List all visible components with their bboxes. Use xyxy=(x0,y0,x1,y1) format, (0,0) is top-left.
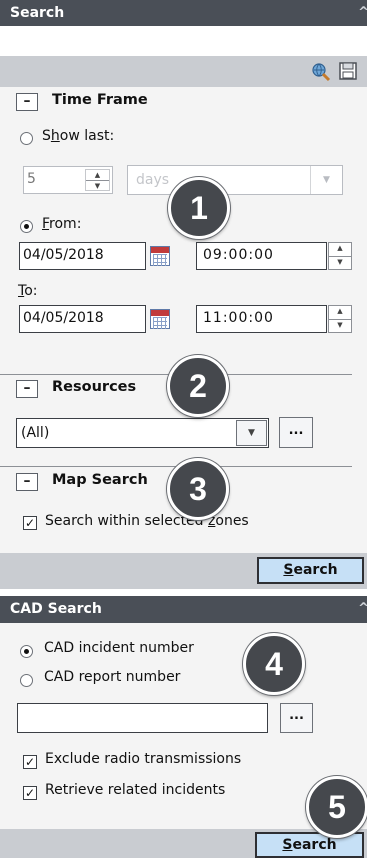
calendar-icon[interactable] xyxy=(150,309,170,329)
stepper-down-icon[interactable]: ▼ xyxy=(86,180,109,190)
show-last-radio[interactable] xyxy=(20,132,33,145)
show-last-label-prefix: S xyxy=(42,128,51,144)
from-label-rest: rom: xyxy=(49,216,82,232)
search-button-accel: S xyxy=(283,562,294,578)
show-last-label[interactable]: Show last: xyxy=(42,128,114,144)
show-last-count-value: 5 xyxy=(27,171,36,187)
to-date-input[interactable]: 04/05/2018 xyxy=(19,305,146,333)
resources-collapse-button[interactable]: – xyxy=(16,380,38,398)
callout-badge-3: 3 xyxy=(167,458,229,520)
resources-select[interactable]: (All) xyxy=(16,418,269,448)
cad-search-button-accel: S xyxy=(282,837,293,853)
resources-dropdown-button[interactable]: ▼ xyxy=(236,420,267,446)
cad-report-number-radio[interactable] xyxy=(20,674,33,687)
search-panel-title: Search xyxy=(10,5,65,21)
retrieve-related-label[interactable]: Retrieve related incidents xyxy=(45,782,225,798)
exclude-radio-label[interactable]: Exclude radio transmissions xyxy=(45,751,241,767)
cad-incident-number-label[interactable]: CAD incident number xyxy=(44,640,194,656)
cad-search-button-rest: earch xyxy=(292,837,337,853)
to-time-value: 11:00:00 xyxy=(203,310,274,326)
exclude-radio-checkbox[interactable]: ✓ xyxy=(23,755,37,769)
resources-selected-value: (All) xyxy=(21,425,50,441)
stepper-up-icon[interactable]: ▲ xyxy=(329,306,351,319)
to-time-input[interactable]: 11:00:00 xyxy=(196,305,327,333)
from-time-stepper[interactable]: ▲ ▼ xyxy=(328,242,352,270)
collapse-up-chevron-icon[interactable]: ^ xyxy=(358,0,367,26)
map-search-collapse-button[interactable]: – xyxy=(16,473,38,491)
callout-badge-4: 4 xyxy=(243,633,305,695)
stepper-down-icon[interactable]: ▼ xyxy=(329,319,351,332)
cad-incident-number-radio[interactable] xyxy=(20,645,33,658)
cad-panel-title: CAD Search xyxy=(10,601,102,617)
save-icon[interactable] xyxy=(339,62,357,80)
cad-panel-header: CAD Search ^ xyxy=(0,596,367,623)
collapse-up-chevron-icon[interactable]: ^ xyxy=(358,596,367,622)
from-radio[interactable] xyxy=(20,220,33,233)
from-label-accel: F xyxy=(42,216,50,232)
stepper-up-icon[interactable]: ▲ xyxy=(329,243,351,256)
search-toolbar xyxy=(0,56,367,87)
within-zones-label[interactable]: Search within selected zones xyxy=(45,513,249,529)
time-frame-title: Time Frame xyxy=(52,92,148,108)
show-last-unit-value: days xyxy=(136,172,170,188)
retrieve-related-checkbox[interactable]: ✓ xyxy=(23,786,37,800)
cad-report-number-label[interactable]: CAD report number xyxy=(44,669,180,685)
show-last-label-suffix: ow last: xyxy=(59,128,115,144)
resources-title: Resources xyxy=(52,379,137,395)
to-label-rest: o: xyxy=(24,283,38,299)
from-time-value: 09:00:00 xyxy=(203,247,274,263)
from-time-input[interactable]: 09:00:00 xyxy=(196,242,327,270)
callout-badge-1: 1 xyxy=(168,177,230,239)
from-date-value: 04/05/2018 xyxy=(23,247,104,263)
stepper-up-icon[interactable]: ▲ xyxy=(86,170,109,180)
callout-badge-2: 2 xyxy=(167,355,229,417)
search-button-rest: earch xyxy=(293,562,338,578)
to-label: To: xyxy=(18,283,37,299)
cad-number-input[interactable] xyxy=(17,703,268,733)
from-label[interactable]: From: xyxy=(42,216,81,232)
stepper-down-icon[interactable]: ▼ xyxy=(329,256,351,269)
callout-badge-5: 5 xyxy=(306,776,367,838)
within-zones-suffix: ones xyxy=(215,513,249,529)
calendar-icon[interactable] xyxy=(150,246,170,266)
to-date-value: 04/05/2018 xyxy=(23,310,104,326)
from-date-input[interactable]: 04/05/2018 xyxy=(19,242,146,270)
find-globe-icon[interactable] xyxy=(311,62,331,82)
time-frame-collapse-button[interactable]: – xyxy=(16,93,38,111)
show-last-label-accel: h xyxy=(50,128,60,144)
resources-browse-button[interactable]: ... xyxy=(279,417,313,448)
within-zones-checkbox[interactable]: ✓ xyxy=(23,516,37,530)
to-time-stepper[interactable]: ▲ ▼ xyxy=(328,305,352,333)
show-last-count-stepper[interactable]: ▲ ▼ xyxy=(85,169,110,191)
show-last-count-input[interactable]: 5 ▲ ▼ xyxy=(23,166,113,194)
show-last-unit-dropdown[interactable]: ▼ xyxy=(310,166,342,194)
search-button[interactable]: Search xyxy=(257,557,364,584)
search-panel-header: Search ^ xyxy=(0,0,367,26)
map-search-title: Map Search xyxy=(52,472,148,488)
cad-browse-button[interactable]: ... xyxy=(280,703,313,733)
show-last-unit-select[interactable]: days ▼ xyxy=(127,165,343,195)
